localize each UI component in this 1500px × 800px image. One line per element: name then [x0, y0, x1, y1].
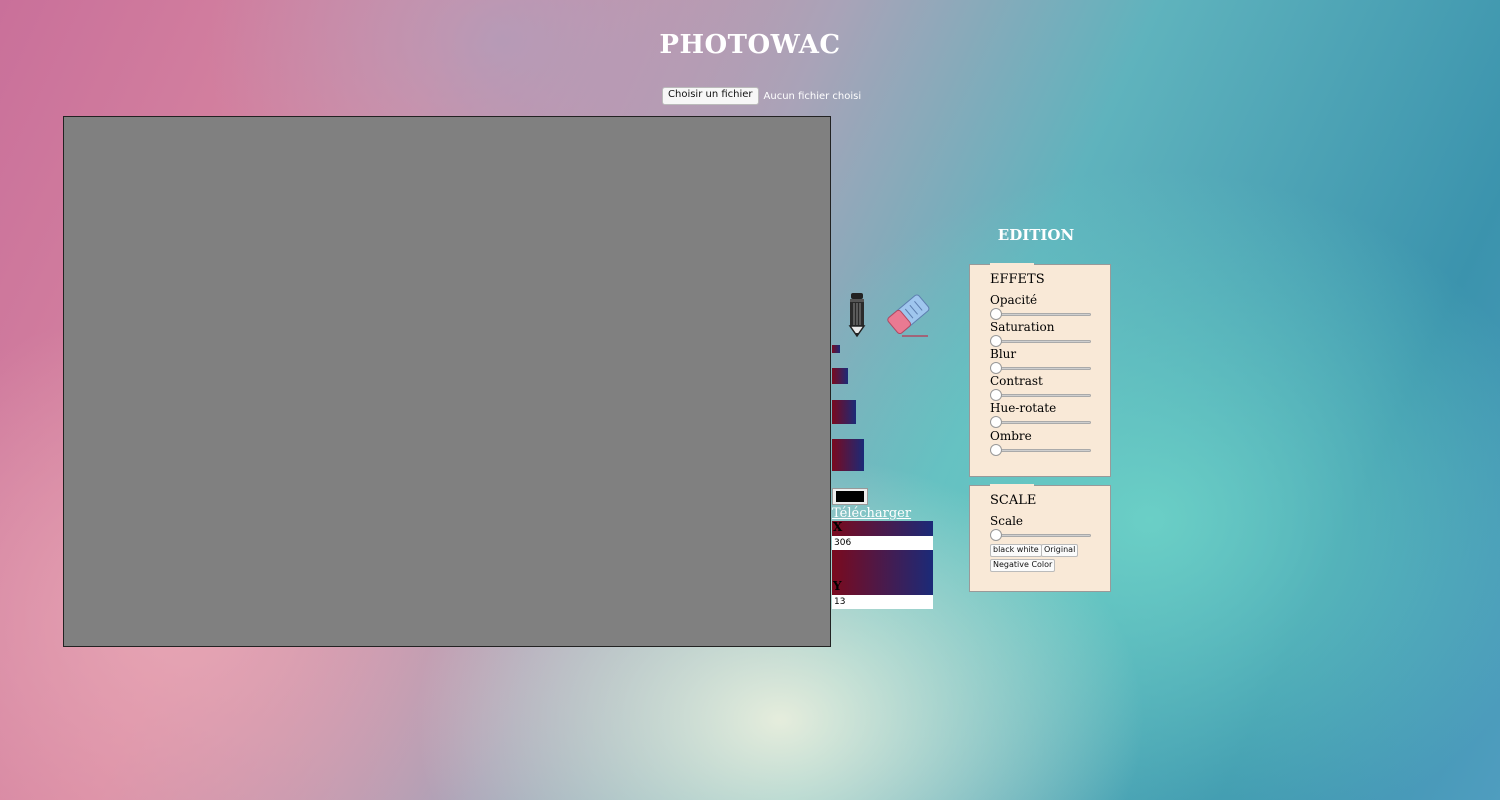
- blur-label: Blur: [990, 347, 1017, 361]
- coord-y-field[interactable]: 13: [832, 595, 933, 609]
- edition-title: EDITION: [997, 226, 1075, 244]
- file-upload: Choisir un fichier Aucun fichier choisi: [662, 87, 861, 105]
- brush-size-small[interactable]: [832, 345, 840, 353]
- ombre-slider[interactable]: [990, 444, 1091, 456]
- opacity-slider[interactable]: [990, 308, 1091, 320]
- slider-thumb[interactable]: [990, 444, 1002, 456]
- slider-track: [990, 449, 1091, 452]
- effects-panel: EFFETS Opacité Saturation Blur Contrast …: [969, 263, 1111, 477]
- scale-panel: SCALE Scale black white Original Negativ…: [969, 484, 1111, 592]
- download-link[interactable]: Télécharger: [832, 506, 911, 521]
- panel-tab: [990, 263, 1034, 266]
- black-white-button[interactable]: black white: [990, 544, 1042, 557]
- eraser-icon[interactable]: [884, 290, 934, 340]
- ombre-label: Ombre: [990, 429, 1032, 443]
- slider-track: [990, 421, 1091, 424]
- slider-thumb[interactable]: [990, 389, 1002, 401]
- slider-track: [990, 534, 1091, 537]
- slider-track: [990, 313, 1091, 316]
- color-picker[interactable]: [832, 488, 868, 505]
- slider-thumb[interactable]: [990, 308, 1002, 320]
- slider-thumb[interactable]: [990, 335, 1002, 347]
- app-title: PHOTOWAC: [659, 30, 841, 60]
- opacity-label: Opacité: [990, 293, 1038, 307]
- slider-track: [990, 394, 1091, 397]
- slider-thumb[interactable]: [990, 416, 1002, 428]
- slider-track: [990, 340, 1091, 343]
- saturation-label: Saturation: [990, 320, 1055, 334]
- panel-tab: [990, 484, 1034, 487]
- coord-y-label: Y: [833, 579, 842, 593]
- original-button[interactable]: Original: [1041, 544, 1079, 557]
- negative-color-button[interactable]: Negative Color: [990, 559, 1056, 572]
- hue-rotate-slider[interactable]: [990, 416, 1091, 428]
- drawing-canvas[interactable]: [63, 116, 831, 647]
- coord-x-bar: [832, 521, 933, 536]
- coord-x-field[interactable]: 306: [832, 536, 933, 550]
- brush-size-large[interactable]: [832, 400, 856, 424]
- contrast-slider[interactable]: [990, 389, 1091, 401]
- blur-slider[interactable]: [990, 362, 1091, 374]
- pencil-icon[interactable]: [846, 292, 868, 338]
- saturation-slider[interactable]: [990, 335, 1091, 347]
- contrast-label: Contrast: [990, 374, 1043, 388]
- slider-thumb[interactable]: [990, 362, 1002, 374]
- scale-label: Scale: [990, 514, 1024, 528]
- choose-file-button[interactable]: Choisir un fichier: [662, 87, 759, 105]
- color-swatch: [836, 491, 864, 502]
- effects-heading: EFFETS: [990, 272, 1045, 287]
- slider-track: [990, 367, 1091, 370]
- scale-heading: SCALE: [990, 493, 1037, 508]
- scale-slider[interactable]: [990, 529, 1091, 541]
- slider-thumb[interactable]: [990, 529, 1002, 541]
- brush-size-medium[interactable]: [832, 368, 848, 384]
- coord-y-bar: [832, 550, 933, 595]
- coord-x-label: X: [833, 520, 843, 534]
- hue-rotate-label: Hue-rotate: [990, 401, 1057, 415]
- file-status-text: Aucun fichier choisi: [763, 90, 862, 102]
- brush-size-xlarge[interactable]: [832, 439, 864, 471]
